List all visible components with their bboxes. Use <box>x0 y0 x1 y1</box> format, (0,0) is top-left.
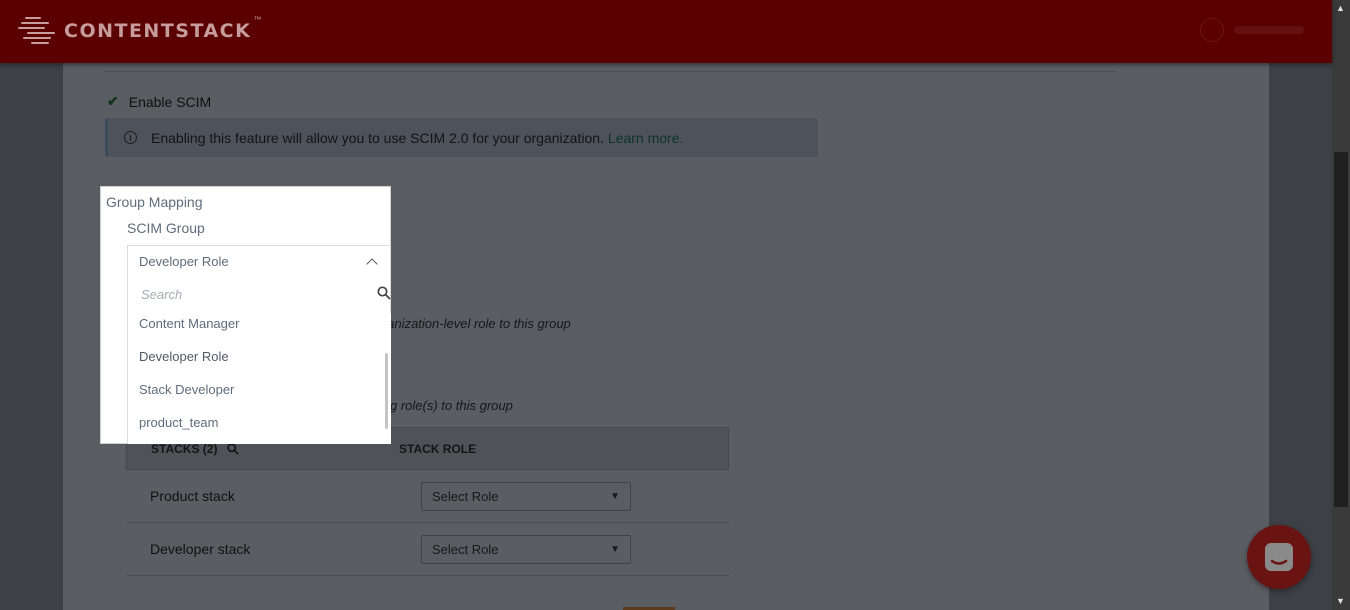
stack-role-column-header: STACK ROLE <box>399 441 477 456</box>
page-scrollbar[interactable]: ▲ ▼ <box>1332 0 1350 610</box>
help-icon[interactable] <box>1200 18 1224 42</box>
dropdown-search-input[interactable] <box>139 286 368 303</box>
user-name-placeholder <box>1234 26 1304 34</box>
stack-name: Developer stack <box>150 541 251 557</box>
scim-group-label: SCIM Group <box>127 220 205 236</box>
contentstack-logo-icon <box>18 17 55 44</box>
group-mapping-title: Group Mapping <box>106 194 203 210</box>
dropdown-scrollbar[interactable] <box>385 353 388 429</box>
chevron-up-icon <box>366 257 378 270</box>
contentstack-logo[interactable]: CONTENTSTACK ™ <box>18 15 261 47</box>
scroll-up-icon[interactable]: ▲ <box>1336 3 1345 13</box>
stack-name: Product stack <box>150 488 235 504</box>
stacks-table: STACKS (2) STACK ROLE Product stack Sele… <box>126 427 729 576</box>
dropdown-option[interactable]: Stack Developer <box>139 382 234 397</box>
check-icon: ✔ <box>107 93 119 109</box>
scroll-down-icon[interactable]: ▼ <box>1336 596 1345 606</box>
scrollbar-thumb[interactable] <box>1334 152 1348 507</box>
learn-more-link[interactable]: Learn more. <box>608 130 683 146</box>
dropdown-options-list: Content Manager Developer Role Stack Dev… <box>127 313 391 444</box>
stack-role-value: Select Role <box>432 488 499 504</box>
user-menu[interactable] <box>1200 18 1304 42</box>
scim-group-selected-value: Developer Role <box>139 253 229 269</box>
logo-trademark: ™ <box>253 15 262 24</box>
logo-text: CONTENTSTACK <box>64 20 252 42</box>
stack-role-value: Select Role <box>432 541 499 557</box>
enable-scim-row[interactable]: ✔ Enable SCIM <box>107 93 211 110</box>
table-row: Product stack Select Role ▼ <box>126 470 729 523</box>
group-mapping-panel: Group Mapping SCIM Group Developer Role … <box>100 186 391 444</box>
stack-role-hint: g role(s) to this group <box>390 398 513 413</box>
section-divider <box>104 71 1116 72</box>
stack-role-select[interactable]: Select Role ▼ <box>421 481 631 511</box>
org-role-hint: ganization-level role to this group <box>380 316 571 331</box>
search-icon[interactable] <box>377 286 391 300</box>
chat-icon <box>1265 543 1293 571</box>
scim-info-text: Enabling this feature will allow you to … <box>151 129 604 146</box>
dropdown-option[interactable]: Content Manager <box>139 316 239 331</box>
info-icon: i <box>124 131 137 144</box>
stack-role-select[interactable]: Select Role ▼ <box>421 534 631 564</box>
chevron-down-icon: ▼ <box>610 490 620 502</box>
chevron-down-icon: ▼ <box>610 543 620 555</box>
enable-scim-label: Enable SCIM <box>128 93 212 110</box>
table-row: Developer stack Select Role ▼ <box>126 523 729 576</box>
dropdown-option-selected[interactable]: Developer Role <box>139 349 229 364</box>
chat-button[interactable] <box>1247 525 1311 589</box>
scim-info-banner: i Enabling this feature will allow you t… <box>105 118 818 157</box>
scim-group-select[interactable]: Developer Role <box>127 245 391 277</box>
dropdown-option[interactable]: product_team <box>139 415 219 430</box>
search-icon[interactable] <box>227 442 240 455</box>
top-header: CONTENTSTACK ™ <box>0 0 1332 63</box>
dropdown-search <box>127 276 391 314</box>
